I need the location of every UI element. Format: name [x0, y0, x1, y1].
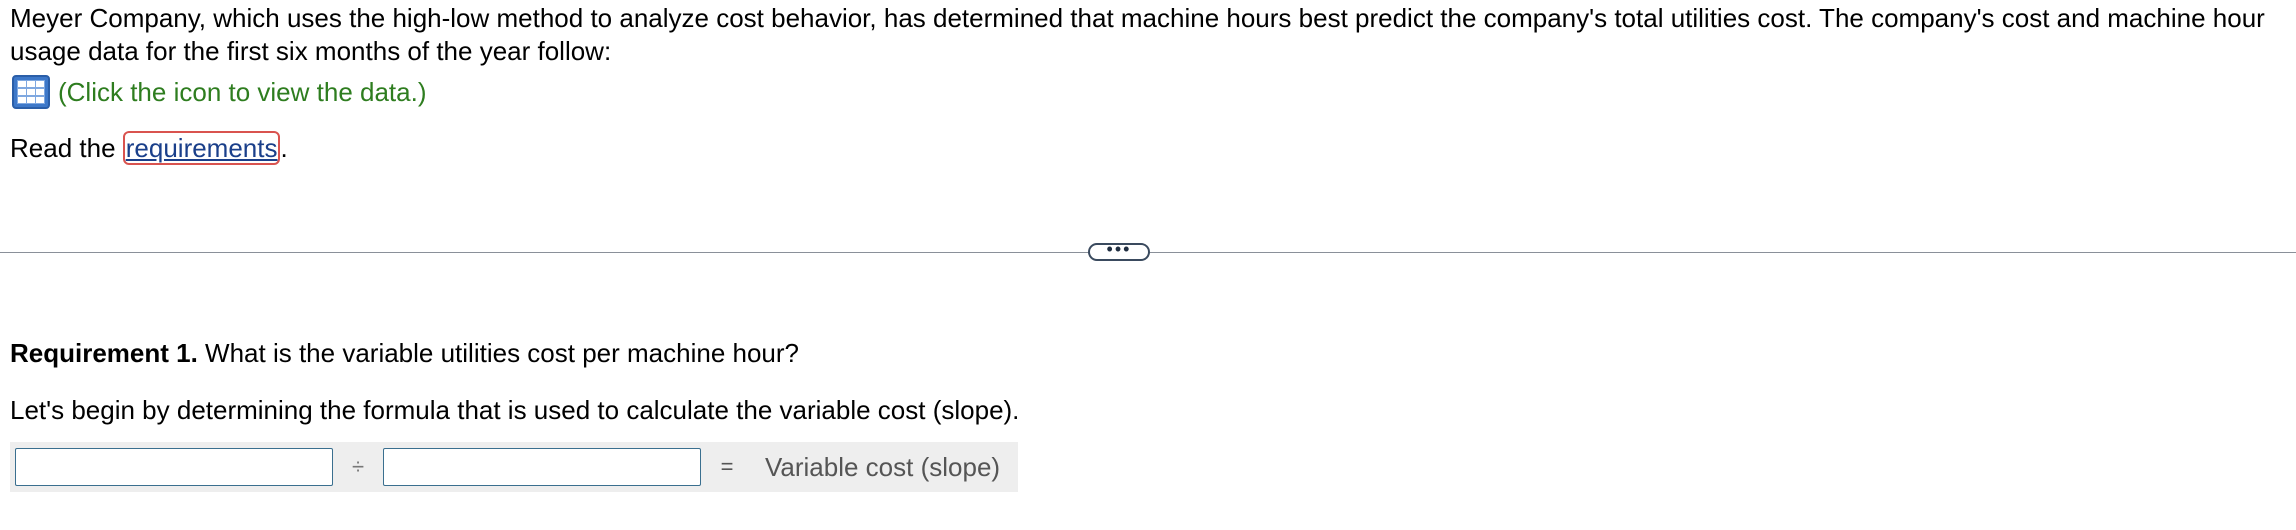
requirement-label: Requirement 1. — [10, 338, 198, 368]
read-suffix: . — [280, 133, 288, 163]
table-grid-icon[interactable] — [12, 75, 50, 109]
formula-denominator-input[interactable] — [383, 448, 701, 486]
formula-numerator-input[interactable] — [15, 448, 333, 486]
requirements-link[interactable]: requirements — [122, 131, 281, 165]
view-data-link[interactable]: (Click the icon to view the data.) — [12, 74, 427, 110]
formula-intro-text: Let's begin by determining the formula t… — [10, 395, 1020, 425]
equals-sign: = — [720, 454, 734, 479]
requirement-heading: Requirement 1. What is the variable util… — [10, 336, 799, 370]
divide-operator: ÷ — [351, 454, 365, 479]
formula-result-label: Variable cost (slope) — [765, 451, 1001, 482]
expand-collapse-handle[interactable]: ••• — [1088, 239, 1150, 261]
problem-intro-text: Meyer Company, which uses the high-low m… — [10, 3, 2265, 66]
view-data-link-text[interactable]: (Click the icon to view the data.) — [58, 77, 427, 108]
requirement-question: What is the variable utilities cost per … — [197, 338, 800, 368]
read-prefix: Read the — [10, 133, 123, 163]
ellipsis-icon: ••• — [1106, 239, 1132, 259]
formula-row: ÷ = Variable cost (slope) — [10, 442, 1018, 492]
read-requirements-line: Read the requirements. — [10, 131, 288, 165]
